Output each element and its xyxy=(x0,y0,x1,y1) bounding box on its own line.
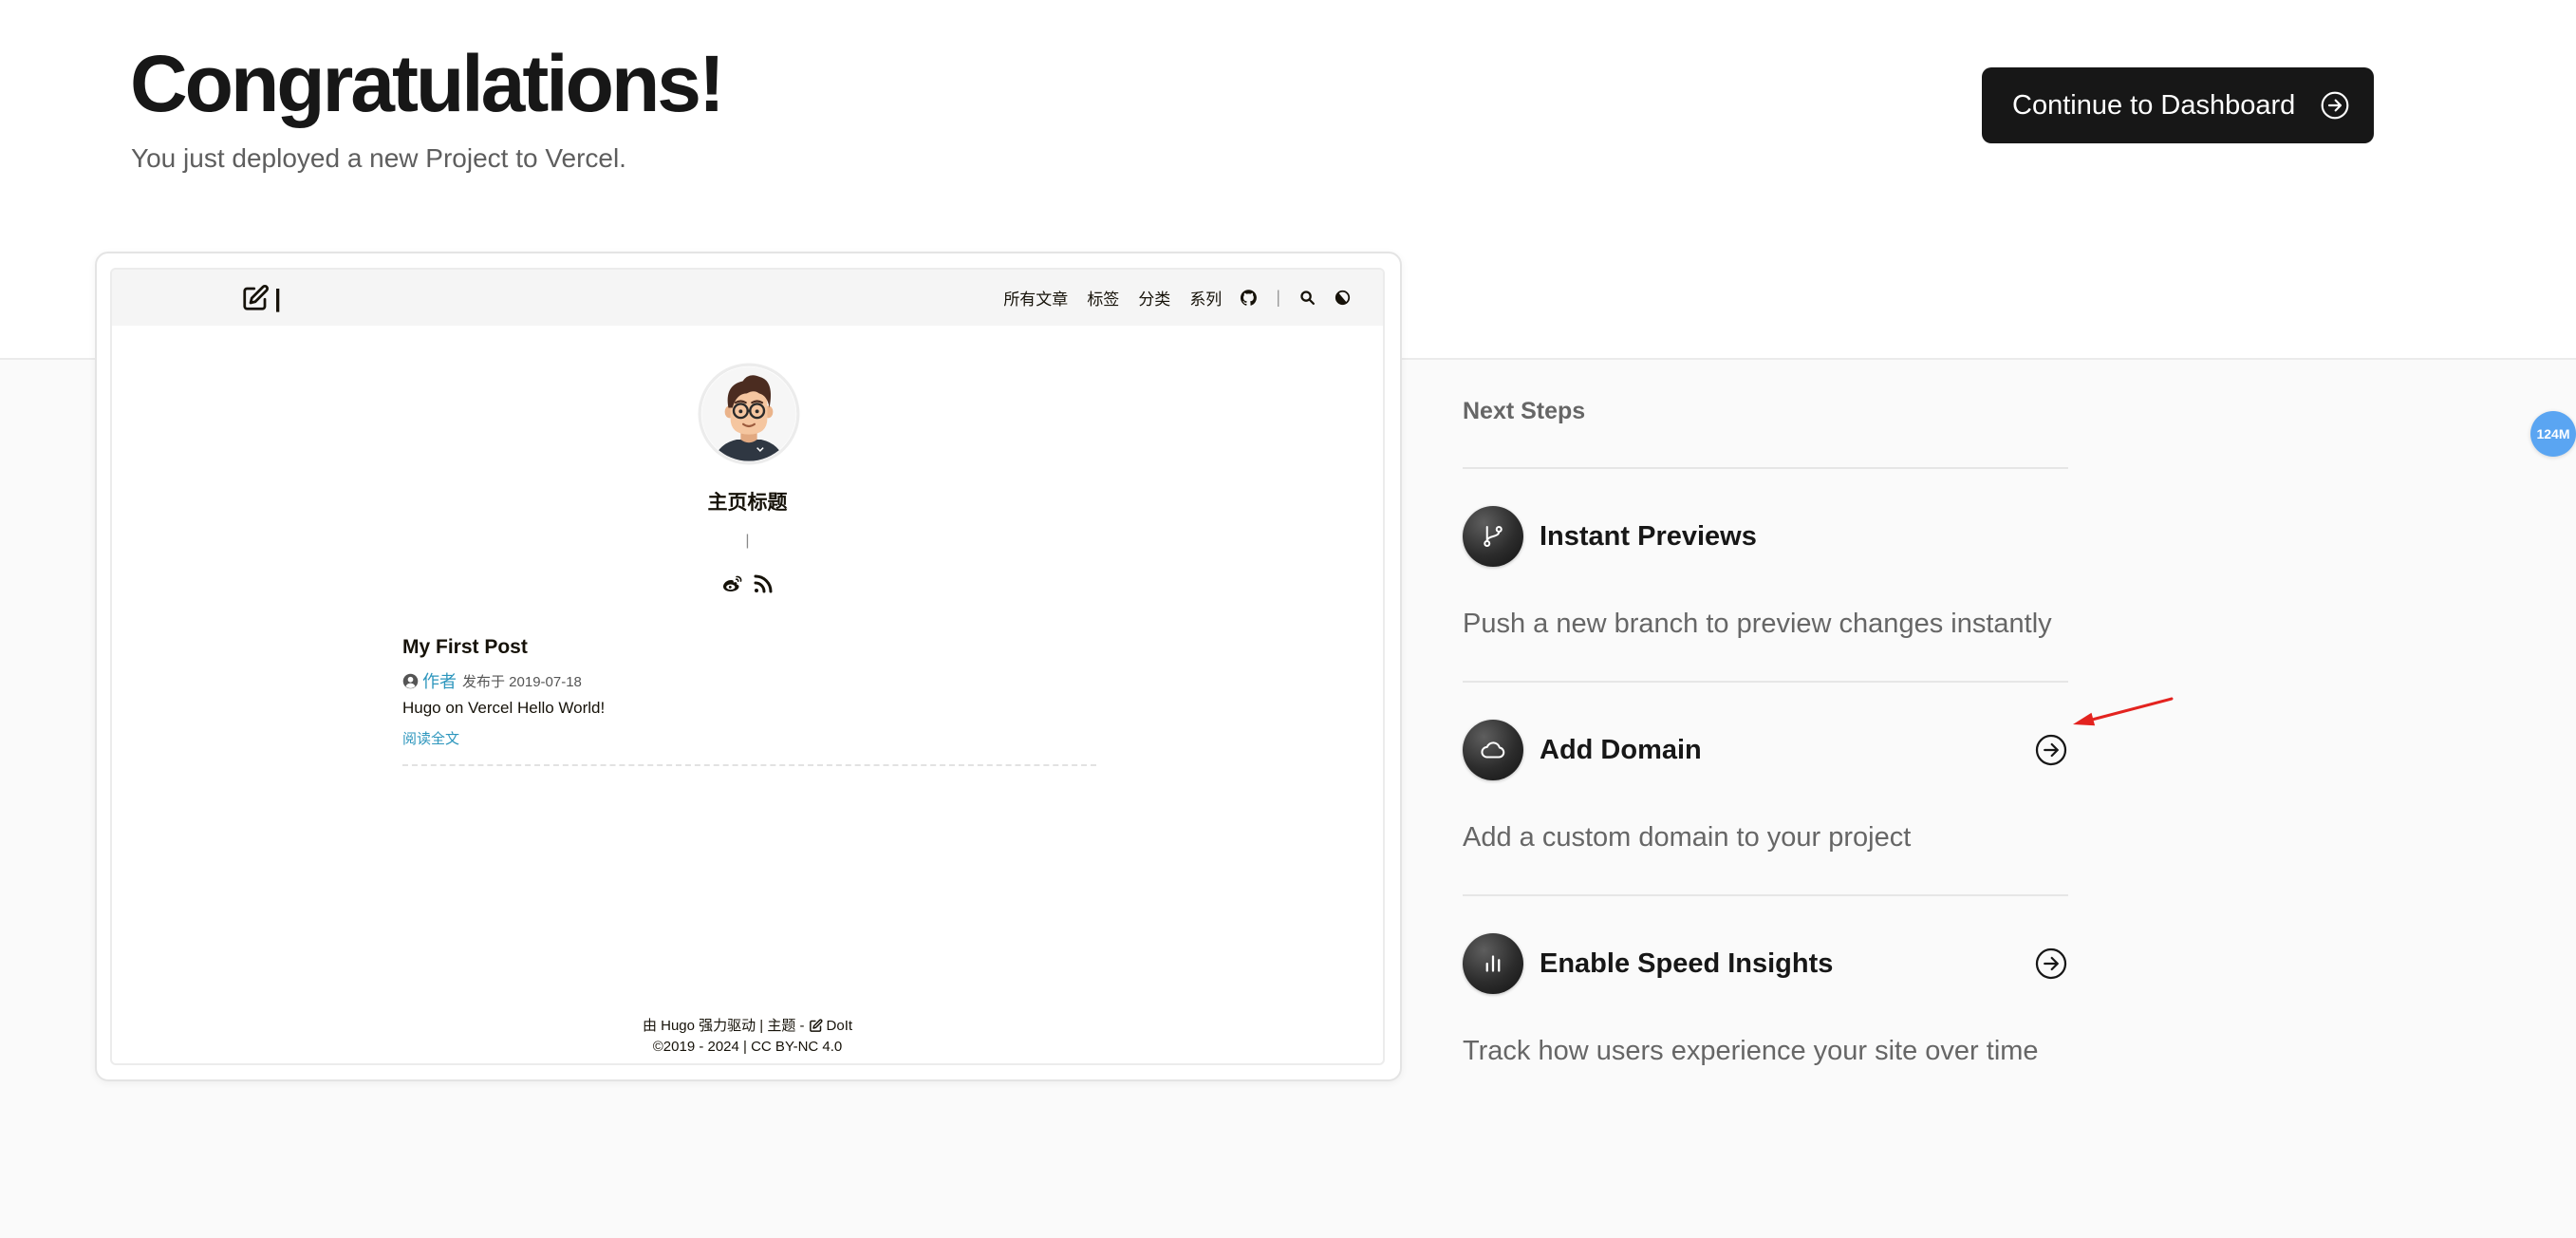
floating-memory-badge[interactable]: 124M xyxy=(2530,411,2576,457)
preview-profile-subtitle: | xyxy=(745,533,750,549)
next-step-header: Instant Previews xyxy=(1463,506,2068,567)
preview-site-menu: 所有文章 标签 分类 系列 | xyxy=(1003,270,1351,326)
search-icon xyxy=(1299,290,1316,306)
arrow-circle-right-icon[interactable] xyxy=(2034,947,2068,981)
continue-to-dashboard-button[interactable]: Continue to Dashboard xyxy=(1982,67,2374,143)
preview-post-title: My First Post xyxy=(402,636,528,658)
continue-button-label: Continue to Dashboard xyxy=(2012,89,2296,121)
arrow-circle-right-icon xyxy=(2320,90,2350,121)
next-steps-heading: Next Steps xyxy=(1463,398,1586,424)
rss-icon xyxy=(752,572,775,595)
page-title: Congratulations! xyxy=(130,39,725,128)
preview-post-meta: 作者 发布于 2019-07-18 xyxy=(402,669,582,692)
next-step-title: Enable Speed Insights xyxy=(1540,947,1834,979)
next-step-instant-previews: Instant Previews Push a new branch to pr… xyxy=(1463,467,2068,681)
next-step-title: Add Domain xyxy=(1540,734,1702,765)
next-step-add-domain[interactable]: Add Domain Add a custom domain to your p… xyxy=(1463,681,2068,894)
preview-post-divider xyxy=(402,764,1096,766)
deployment-preview-screenshot: | 所有文章 标签 分类 系列 | 主页标题 | My First Post 作… xyxy=(110,268,1385,1065)
preview-profile-title: 主页标题 xyxy=(707,492,788,514)
preview-site-logo-cursor: | xyxy=(274,283,282,312)
preview-post-date: 发布于 2019-07-18 xyxy=(462,673,582,690)
edit-icon xyxy=(241,284,270,312)
github-icon xyxy=(1241,290,1258,306)
cloud-icon xyxy=(1463,720,1523,780)
next-step-description: Push a new branch to preview changes ins… xyxy=(1463,609,2052,639)
preview-footer-copyright: ©2019 - 2024 | CC BY-NC 4.0 xyxy=(652,1039,843,1055)
preview-footer-theme-name: DoIt xyxy=(826,1018,853,1034)
preview-post-summary: Hugo on Vercel Hello World! xyxy=(402,699,606,717)
preview-post-read-more: 阅读全文 xyxy=(402,731,460,747)
git-branch-icon xyxy=(1463,506,1523,567)
avatar xyxy=(698,363,800,465)
preview-post-author: 作者 xyxy=(422,672,457,691)
preview-nav-item-all-posts: 所有文章 xyxy=(1003,291,1069,309)
theme-toggle-icon xyxy=(1335,290,1351,306)
deployment-preview-card[interactable]: | 所有文章 标签 分类 系列 | 主页标题 | My First Post 作… xyxy=(95,252,1402,1081)
next-step-enable-speed-insights[interactable]: Enable Speed Insights Track how users ex… xyxy=(1463,894,2068,1109)
page-subtitle: You just deployed a new Project to Verce… xyxy=(131,143,626,173)
next-step-header: Enable Speed Insights xyxy=(1463,933,2068,994)
preview-footer-powered-by: 由 Hugo 强力驱动 | 主题 - DoIt xyxy=(112,1016,1383,1036)
preview-footer-powered-text: 由 Hugo 强力驱动 | 主题 - xyxy=(642,1018,805,1034)
preview-social-links xyxy=(112,572,1383,596)
preview-nav-item-categories: 分类 xyxy=(1138,291,1171,309)
bar-chart-icon xyxy=(1463,933,1523,994)
annotation-arrow-icon xyxy=(2073,697,2174,726)
next-step-header: Add Domain xyxy=(1463,720,2068,780)
next-step-description: Track how users experience your site ove… xyxy=(1463,1036,2039,1066)
weibo-icon xyxy=(721,572,744,595)
preview-nav-separator: | xyxy=(1276,288,1280,307)
preview-site-logo: | xyxy=(241,270,281,326)
preview-nav-item-series: 系列 xyxy=(1189,291,1223,309)
next-steps-panel: Next Steps Instant Previews Push a new b… xyxy=(1463,389,2068,1109)
next-step-description: Add a custom domain to your project xyxy=(1463,822,1912,853)
preview-site-navbar: | 所有文章 标签 分类 系列 | xyxy=(112,270,1383,326)
next-step-title: Instant Previews xyxy=(1540,520,1757,552)
preview-nav-item-tags: 标签 xyxy=(1087,291,1120,309)
edit-icon xyxy=(809,1019,823,1033)
user-circle-icon xyxy=(402,673,419,689)
